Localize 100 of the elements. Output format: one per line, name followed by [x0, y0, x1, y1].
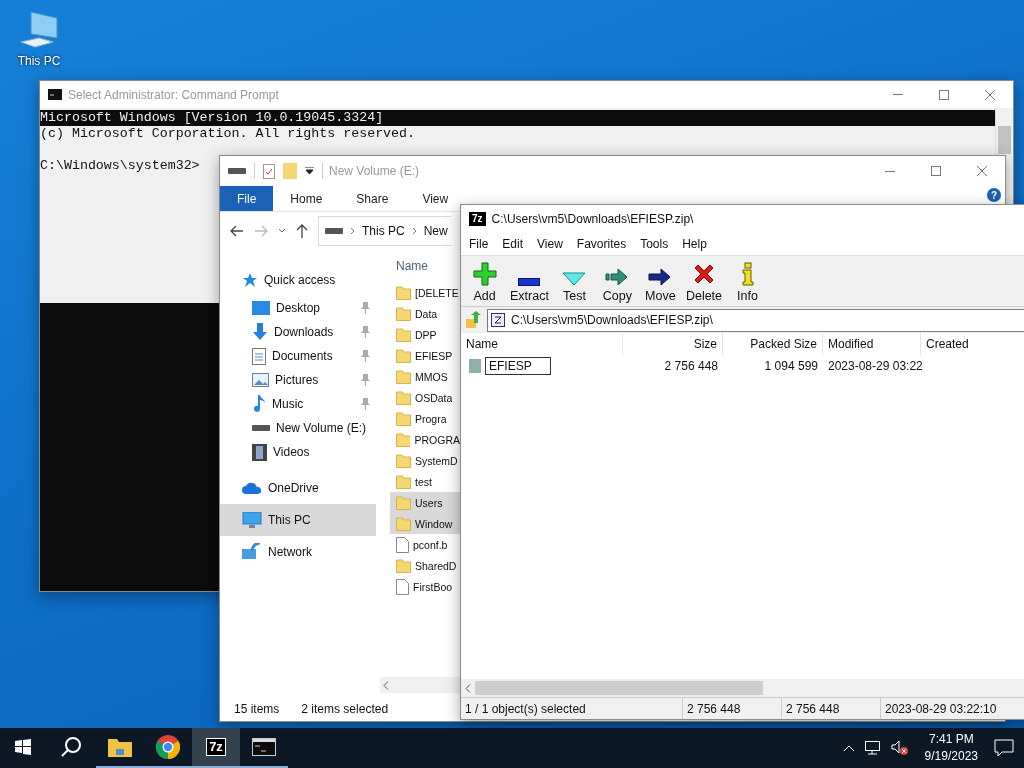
- arrow-icon: [605, 268, 630, 286]
- column-header[interactable]: Name: [461, 333, 623, 355]
- desktop-icon: [252, 301, 270, 315]
- pin-icon[interactable]: [360, 350, 370, 362]
- menu-item[interactable]: Help: [682, 237, 707, 251]
- sidebar-item[interactable]: Videos: [220, 440, 376, 464]
- close-icon[interactable]: [985, 89, 995, 100]
- scrollbar[interactable]: [380, 677, 460, 693]
- toolbar-button[interactable]: Add: [463, 259, 506, 303]
- file-row[interactable]: [DELETE: [390, 282, 460, 303]
- maximize-icon[interactable]: [939, 89, 949, 100]
- pin-icon[interactable]: [360, 398, 370, 410]
- sidebar-item[interactable]: Desktop: [220, 296, 376, 320]
- ribbon-tab[interactable]: Home: [273, 186, 340, 211]
- status-text: 1 / 1 object(s) selected: [461, 698, 683, 719]
- file-row[interactable]: FirstBoo: [390, 576, 460, 597]
- sidebar-item[interactable]: Quick access: [220, 264, 376, 296]
- file-row[interactable]: SharedD: [390, 555, 460, 576]
- status-text: 2023-08-29 03:22:10: [881, 698, 1024, 719]
- menu-item[interactable]: View: [537, 237, 563, 251]
- pictures-icon: [252, 373, 269, 387]
- status-text: 2 756 448: [683, 698, 782, 719]
- scrollbar[interactable]: [461, 679, 1024, 697]
- minimize-icon[interactable]: [885, 170, 895, 172]
- column-header[interactable]: Name: [390, 250, 460, 282]
- menu-item[interactable]: Tools: [640, 237, 669, 251]
- breadcrumb[interactable]: New: [423, 224, 448, 238]
- breadcrumb[interactable]: This PC: [362, 224, 405, 238]
- network-icon[interactable]: [864, 741, 881, 755]
- close-icon[interactable]: [977, 166, 987, 176]
- back-icon[interactable]: [230, 225, 244, 237]
- sidebar-item[interactable]: Music: [220, 392, 376, 416]
- properties-icon[interactable]: [263, 163, 275, 179]
- ribbon-tab[interactable]: File: [220, 186, 274, 211]
- taskbar-app[interactable]: 7z: [192, 728, 240, 768]
- file-row[interactable]: Window: [390, 513, 460, 534]
- sidebar-item[interactable]: OneDrive: [220, 472, 376, 504]
- file-row[interactable]: SystemD: [390, 450, 460, 471]
- sidebar-item[interactable]: Pictures: [220, 368, 376, 392]
- sidebar-item[interactable]: Documents: [220, 344, 376, 368]
- pin-icon[interactable]: [360, 326, 370, 338]
- table-cell-text: 1 094 599: [763, 358, 819, 375]
- sidebar-item[interactable]: Network: [220, 536, 376, 568]
- file-row[interactable]: OSData: [390, 387, 460, 408]
- arrow-icon: [648, 268, 673, 286]
- file-row[interactable]: Users: [390, 492, 460, 513]
- music-icon: [252, 395, 266, 413]
- toolbar-button[interactable]: Delete: [681, 259, 727, 303]
- menu-item[interactable]: Edit: [502, 237, 524, 251]
- minus-icon: [518, 278, 541, 286]
- status-text: 2 items selected: [301, 702, 389, 716]
- window-title: New Volume (E:): [329, 164, 420, 178]
- drive-icon: [325, 228, 343, 234]
- dropdown-icon[interactable]: [305, 167, 314, 175]
- chevron-icon[interactable]: [278, 228, 286, 234]
- up-folder-icon[interactable]: [465, 311, 483, 329]
- column-header[interactable]: Size: [623, 333, 723, 355]
- maximize-icon[interactable]: [931, 166, 941, 176]
- volume-muted-icon[interactable]: [890, 740, 909, 756]
- menu-item[interactable]: File: [469, 237, 489, 251]
- toolbar-button[interactable]: Test: [552, 259, 596, 303]
- console-prompt: C:\Windows\system32>: [40, 158, 200, 174]
- pin-icon[interactable]: [360, 302, 370, 314]
- notification-icon[interactable]: [994, 739, 1014, 757]
- column-header[interactable]: Created: [921, 333, 1024, 355]
- network-icon: [242, 543, 262, 561]
- file-row[interactable]: DPP: [390, 324, 460, 345]
- file-row[interactable]: EFIESP: [390, 345, 460, 366]
- windows-icon: [15, 739, 31, 755]
- column-header[interactable]: Packed Size: [723, 333, 823, 355]
- desktop-icon-label[interactable]: This PC: [17, 54, 61, 68]
- file-row[interactable]: Progra: [390, 408, 460, 429]
- toolbar-button[interactable]: Extract: [506, 259, 553, 303]
- sidebar-item[interactable]: This PC: [220, 504, 376, 536]
- sidebar-item[interactable]: New Volume (E:): [220, 416, 376, 440]
- pin-icon[interactable]: [360, 374, 370, 386]
- toolbar-button[interactable]: Copy: [595, 259, 639, 303]
- up-icon[interactable]: [296, 224, 308, 238]
- drive-icon: [228, 168, 246, 174]
- ribbon-tab[interactable]: Share: [339, 186, 406, 211]
- toolbar-button[interactable]: Move: [638, 259, 682, 303]
- clock[interactable]: 7:41 PM 9/19/2023: [918, 731, 984, 765]
- chevron-up-icon[interactable]: [842, 744, 855, 752]
- sidebar-item[interactable]: Downloads: [220, 320, 376, 344]
- help-button[interactable]: ?: [987, 188, 1001, 202]
- file-row[interactable]: Data: [390, 303, 460, 324]
- file-row[interactable]: test: [390, 471, 460, 492]
- file-row[interactable]: pconf.b: [390, 534, 460, 555]
- file-row[interactable]: MMOS: [390, 366, 460, 387]
- column-header[interactable]: Modified: [823, 333, 921, 355]
- status-text: 15 items: [234, 702, 280, 716]
- file-row[interactable]: PROGRA: [390, 429, 460, 450]
- toolbar-button[interactable]: Info: [726, 259, 770, 303]
- path-field[interactable]: C:\Users\vm5\Downloads\EFIESP.zip\: [487, 308, 1024, 332]
- terminal-icon: [48, 89, 62, 100]
- menu-item[interactable]: Favorites: [576, 237, 627, 251]
- ribbon-tab[interactable]: View: [405, 186, 466, 211]
- address-bar[interactable]: This PC New: [318, 216, 451, 246]
- star-icon: [242, 272, 258, 288]
- rename-field[interactable]: EFIESP: [485, 357, 551, 375]
